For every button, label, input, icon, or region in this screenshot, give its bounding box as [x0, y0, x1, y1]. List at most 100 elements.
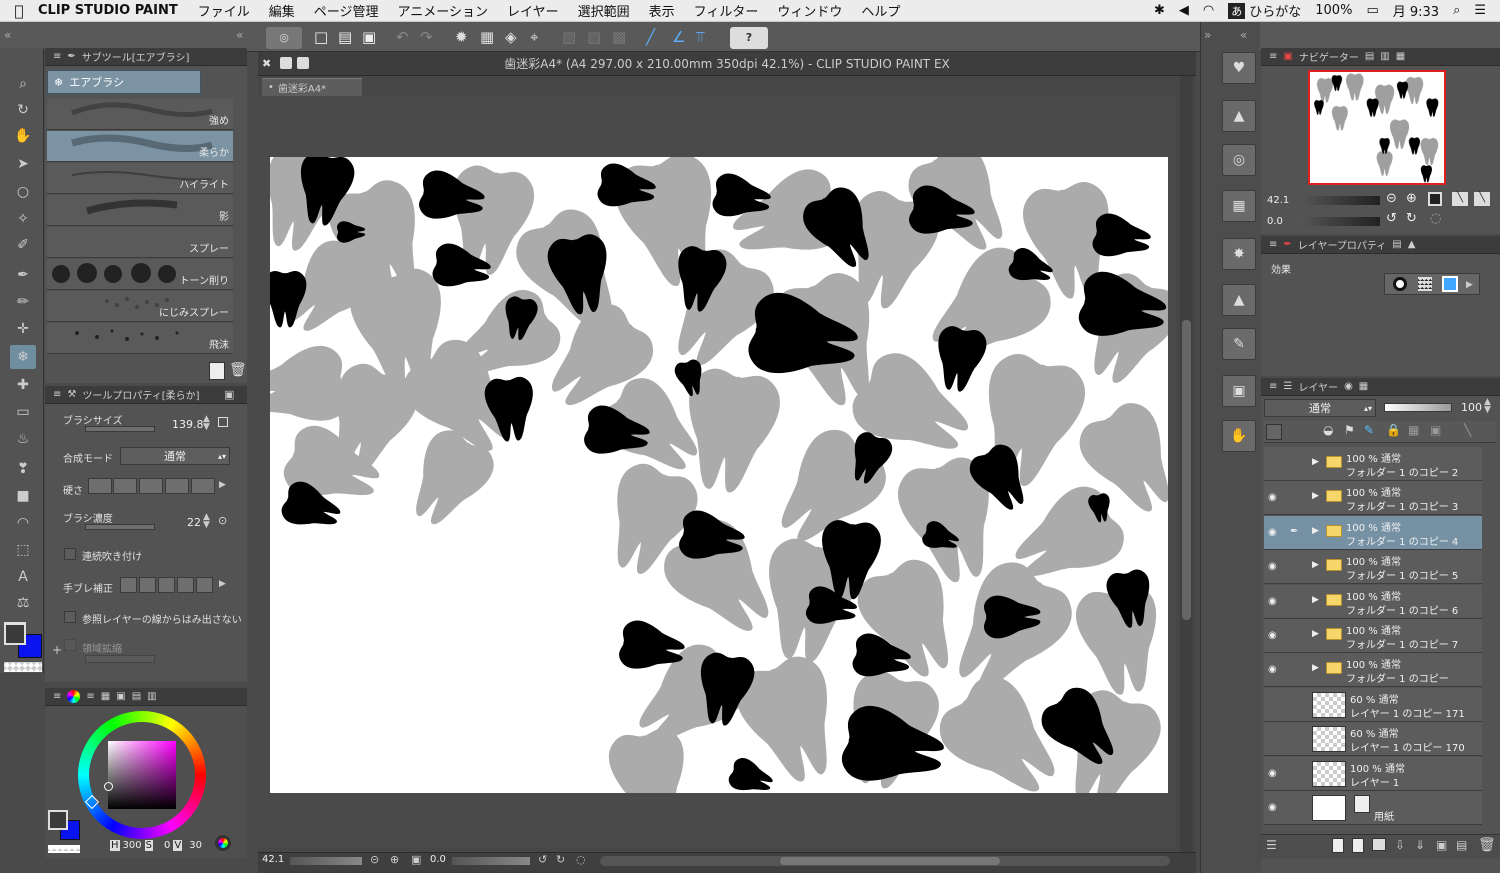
- color-picker-cursor[interactable]: [104, 782, 113, 791]
- hardness-step-5[interactable]: [191, 478, 215, 494]
- mask-enable-icon[interactable]: ▣: [1430, 423, 1441, 437]
- bluetooth-icon[interactable]: ✱: [1154, 3, 1165, 18]
- panel-menu-icon[interactable]: ≡: [53, 691, 61, 702]
- invert-selection-icon[interactable]: ▨: [587, 28, 601, 46]
- layer-row[interactable]: ◉ 用紙: [1264, 791, 1482, 825]
- move-tool-icon[interactable]: ↻: [10, 98, 36, 122]
- layer-mask-tab-icon[interactable]: ▲: [1408, 239, 1416, 250]
- brush-size-value[interactable]: 139.8: [172, 418, 204, 431]
- eraser-tool-icon[interactable]: ▭: [10, 400, 36, 424]
- folder-expand-icon[interactable]: ▶: [1312, 663, 1319, 673]
- color-mode-toggle-icon[interactable]: [215, 835, 231, 851]
- brush-tool-icon[interactable]: ✛: [10, 317, 36, 341]
- animation-cel-tab-icon[interactable]: ◉: [1344, 381, 1353, 392]
- menu-selection[interactable]: 選択範囲: [578, 1, 630, 20]
- operation-tool-icon[interactable]: ➤: [10, 152, 36, 176]
- collapse-left-icon[interactable]: «: [4, 28, 11, 42]
- pen-tool-icon[interactable]: ✒: [10, 263, 36, 287]
- menu-page[interactable]: ページ管理: [314, 1, 379, 20]
- main-color-swatch-front[interactable]: [4, 623, 26, 645]
- volume-icon[interactable]: ◀: [1179, 3, 1189, 18]
- collapse-right-icon[interactable]: «: [1240, 28, 1247, 42]
- brush-shadow[interactable]: 影: [47, 195, 233, 226]
- brush-splash[interactable]: 飛沫: [47, 323, 233, 354]
- border-effect-icon[interactable]: [1393, 277, 1407, 291]
- flip-vertical-icon[interactable]: ╲: [1474, 192, 1490, 206]
- select-all-icon[interactable]: ▩: [612, 28, 626, 46]
- new-file-icon[interactable]: □: [314, 28, 328, 46]
- density-slider[interactable]: [85, 524, 155, 530]
- color-wheel-tab-icon[interactable]: [67, 690, 81, 703]
- area-expand-checkbox[interactable]: [64, 639, 76, 651]
- brush-size-spinner[interactable]: ▲ ▼: [203, 415, 210, 432]
- airbrush-tool-icon[interactable]: ❄: [10, 345, 36, 369]
- item-bank-tab-icon[interactable]: ▥: [1380, 51, 1389, 62]
- layer-search-tab-icon[interactable]: ▤: [1392, 239, 1401, 250]
- menu-help[interactable]: ヘルプ: [861, 1, 900, 20]
- material-heart-icon[interactable]: ♥: [1222, 52, 1256, 84]
- ref-layer-checkbox[interactable]: [64, 611, 76, 623]
- document-tab[interactable]: • 歯迷彩A4*: [262, 78, 362, 96]
- text-tool-icon[interactable]: A: [10, 565, 36, 589]
- eye-icon[interactable]: ◉: [1268, 768, 1277, 779]
- navigator-reset-icon[interactable]: ◌: [1430, 211, 1441, 226]
- layer-row[interactable]: ◉ ▶ 100 % 通常 フォルダー 1 のコピー: [1264, 653, 1482, 688]
- new-vector-layer-icon[interactable]: [1352, 838, 1364, 853]
- brush-tone-scrape[interactable]: トーン削り: [47, 259, 233, 290]
- open-folder-icon[interactable]: ▤: [338, 28, 352, 46]
- hardness-step-1[interactable]: [88, 478, 112, 494]
- draft-layer-icon[interactable]: ✎: [1364, 423, 1374, 437]
- deselect-icon[interactable]: ▧: [562, 28, 576, 46]
- redo-icon[interactable]: ↷: [420, 28, 433, 46]
- hardness-step-3[interactable]: [139, 478, 163, 494]
- transparent-color-swatch[interactable]: [4, 662, 42, 672]
- flip-horizontal-icon[interactable]: ╲: [1452, 192, 1468, 206]
- saturation-value-square[interactable]: [108, 741, 176, 809]
- navigator-rotation-slider[interactable]: [1300, 217, 1380, 226]
- color-main-swatch[interactable]: [48, 810, 68, 830]
- lock-icon[interactable]: 🔒: [1386, 423, 1401, 437]
- apple-icon[interactable]: : [0, 2, 38, 20]
- create-mask-icon[interactable]: ▣: [1436, 838, 1447, 852]
- layer-opacity-slider[interactable]: [1384, 403, 1452, 412]
- navigator-zoom-in-icon[interactable]: ⊕: [1406, 191, 1417, 206]
- panel-menu-icon[interactable]: ≡: [53, 51, 61, 62]
- save-icon[interactable]: ▣: [362, 28, 376, 46]
- layer-color-swatch[interactable]: [1266, 424, 1282, 440]
- rotation-slider[interactable]: [452, 857, 530, 865]
- layer-row[interactable]: 60 % 通常 レイヤー 1 のコピー 171: [1264, 687, 1482, 722]
- menu-file[interactable]: ファイル: [198, 1, 250, 20]
- transform-icon[interactable]: ⌖: [530, 28, 538, 46]
- tool-detail-icon[interactable]: ▣: [224, 388, 234, 401]
- hardness-step-2[interactable]: [113, 478, 137, 494]
- fill-tool-icon[interactable]: ❣: [10, 457, 36, 481]
- stabilizer-step-1[interactable]: [120, 577, 137, 593]
- brush-highlight[interactable]: ハイライト: [47, 163, 233, 194]
- pencil-tool-icon[interactable]: ✏: [10, 290, 36, 314]
- apply-mask-icon[interactable]: ▤: [1456, 838, 1467, 852]
- clipping-icon[interactable]: ◒: [1323, 423, 1333, 437]
- input-mode[interactable]: あひらがな: [1228, 1, 1301, 20]
- layer-blend-mode-select[interactable]: 通常 ▴▾: [1264, 399, 1376, 417]
- zoom-value[interactable]: 42.1: [262, 854, 284, 865]
- fill-icon[interactable]: ◈: [505, 28, 517, 46]
- eye-icon[interactable]: ◉: [1268, 630, 1277, 641]
- gradient-tool-icon[interactable]: ■: [10, 484, 36, 508]
- snap-ruler-special-icon[interactable]: ∠: [672, 28, 685, 46]
- eye-icon[interactable]: ◉: [1268, 802, 1277, 813]
- horizontal-scroll-thumb[interactable]: [780, 857, 1000, 865]
- hamburger-icon[interactable]: ☰: [1474, 3, 1486, 18]
- layer-property-title[interactable]: レイヤープロパティ: [1298, 237, 1387, 252]
- eye-icon[interactable]: ◉: [1268, 664, 1277, 675]
- hardness-step-4[interactable]: [165, 478, 189, 494]
- folder-expand-icon[interactable]: ▶: [1312, 491, 1319, 501]
- eyedropper-tool-icon[interactable]: ✐: [10, 233, 36, 257]
- material-pen-icon[interactable]: ✎: [1222, 328, 1256, 360]
- zoom-tool-icon[interactable]: ⌕: [10, 72, 36, 96]
- reference-layer-icon[interactable]: ⚑: [1344, 423, 1355, 437]
- clip-studio-icon[interactable]: ◎: [266, 27, 302, 49]
- stabilizer-step-3[interactable]: [158, 577, 175, 593]
- material-hand-icon[interactable]: ✋: [1222, 420, 1256, 452]
- color-transparent-swatch[interactable]: [48, 845, 80, 853]
- material-3d-icon[interactable]: ▣: [1222, 375, 1256, 407]
